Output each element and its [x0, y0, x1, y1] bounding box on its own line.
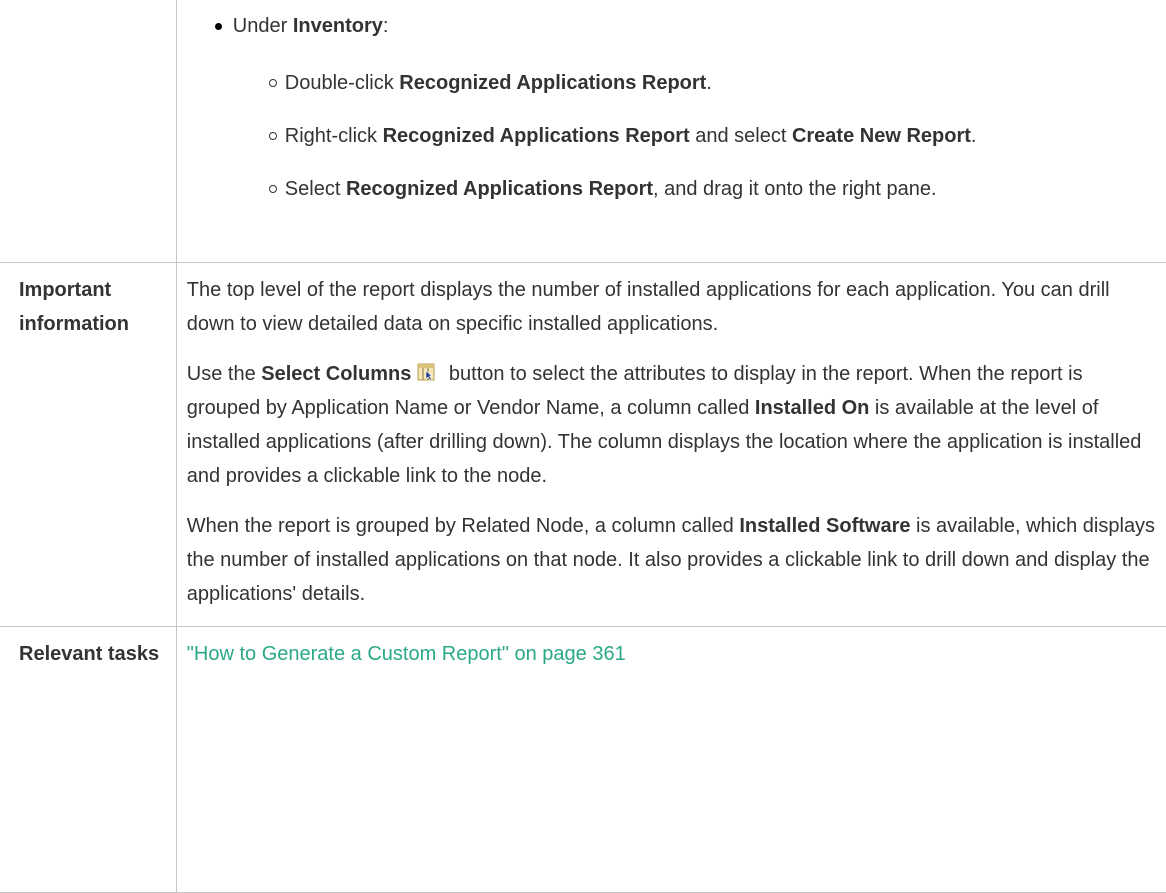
- sub-item-bold: Recognized Applications Report: [399, 72, 707, 94]
- relevant-content-cell: "How to Generate a Custom Report" on pag…: [175, 625, 1166, 893]
- para2-prefix: Use the: [186, 362, 262, 385]
- sub-item-text: .: [970, 125, 977, 147]
- custom-report-link[interactable]: "How to Generate a Custom Report" on pag…: [187, 627, 626, 671]
- circle-bullet-icon: [268, 185, 277, 193]
- sub-item-text: and select: [689, 125, 792, 147]
- sub-item-text: Right-click: [284, 125, 383, 147]
- sub-item-select-drag: Select Recognized Applications Report, a…: [187, 172, 1160, 206]
- important-paragraph-3: When the report is grouped by Related No…: [187, 509, 1160, 611]
- sub-item-double-click: Double-click Recognized Applications Rep…: [187, 66, 1160, 100]
- bullet-item-inventory: Under Inventory:: [187, 9, 1160, 43]
- intro-suffix: :: [382, 15, 389, 37]
- bullet-dot-icon: [214, 23, 222, 30]
- reference-table: Under Inventory: Double-click Recognized…: [0, 0, 1166, 893]
- sub-item-text: .: [706, 72, 712, 94]
- important-row: Important information The top level of t…: [0, 261, 1166, 627]
- steps-row: Under Inventory: Double-click Recognized…: [0, 0, 1166, 263]
- sub-item-text: Double-click: [284, 72, 400, 94]
- sub-item-text: Select: [284, 178, 346, 200]
- para3-prefix: When the report is grouped by Related No…: [186, 514, 740, 537]
- sub-item-bold: Create New Report: [791, 125, 971, 147]
- important-content-cell: The top level of the report displays the…: [175, 261, 1166, 627]
- installed-on-label: Installed On: [754, 396, 870, 419]
- relevant-label: Relevant tasks: [0, 625, 177, 893]
- steps-label-cell: [0, 0, 177, 263]
- sub-item-text: , and drag it onto the right pane.: [653, 178, 937, 200]
- sub-item-bold: Recognized Applications Report: [382, 125, 690, 147]
- circle-bullet-icon: [268, 132, 277, 140]
- select-columns-icon: [417, 358, 435, 380]
- sub-item-right-click: Right-click Recognized Applications Repo…: [187, 119, 1160, 153]
- important-paragraph-1: The top level of the report displays the…: [186, 278, 1110, 335]
- intro-prefix: Under: [232, 15, 293, 37]
- installed-software-label: Installed Software: [739, 514, 911, 537]
- important-paragraph-2: Use the Select Columns button to select …: [187, 357, 1160, 493]
- circle-bullet-icon: [268, 79, 277, 87]
- steps-content-cell: Under Inventory: Double-click Recognized…: [175, 0, 1166, 263]
- relevant-row: Relevant tasks "How to Generate a Custom…: [0, 625, 1166, 893]
- important-label: Important information: [0, 261, 177, 627]
- select-columns-label: Select Columns: [261, 362, 412, 385]
- inventory-label: Inventory: [292, 15, 383, 37]
- sub-item-bold: Recognized Applications Report: [345, 178, 654, 200]
